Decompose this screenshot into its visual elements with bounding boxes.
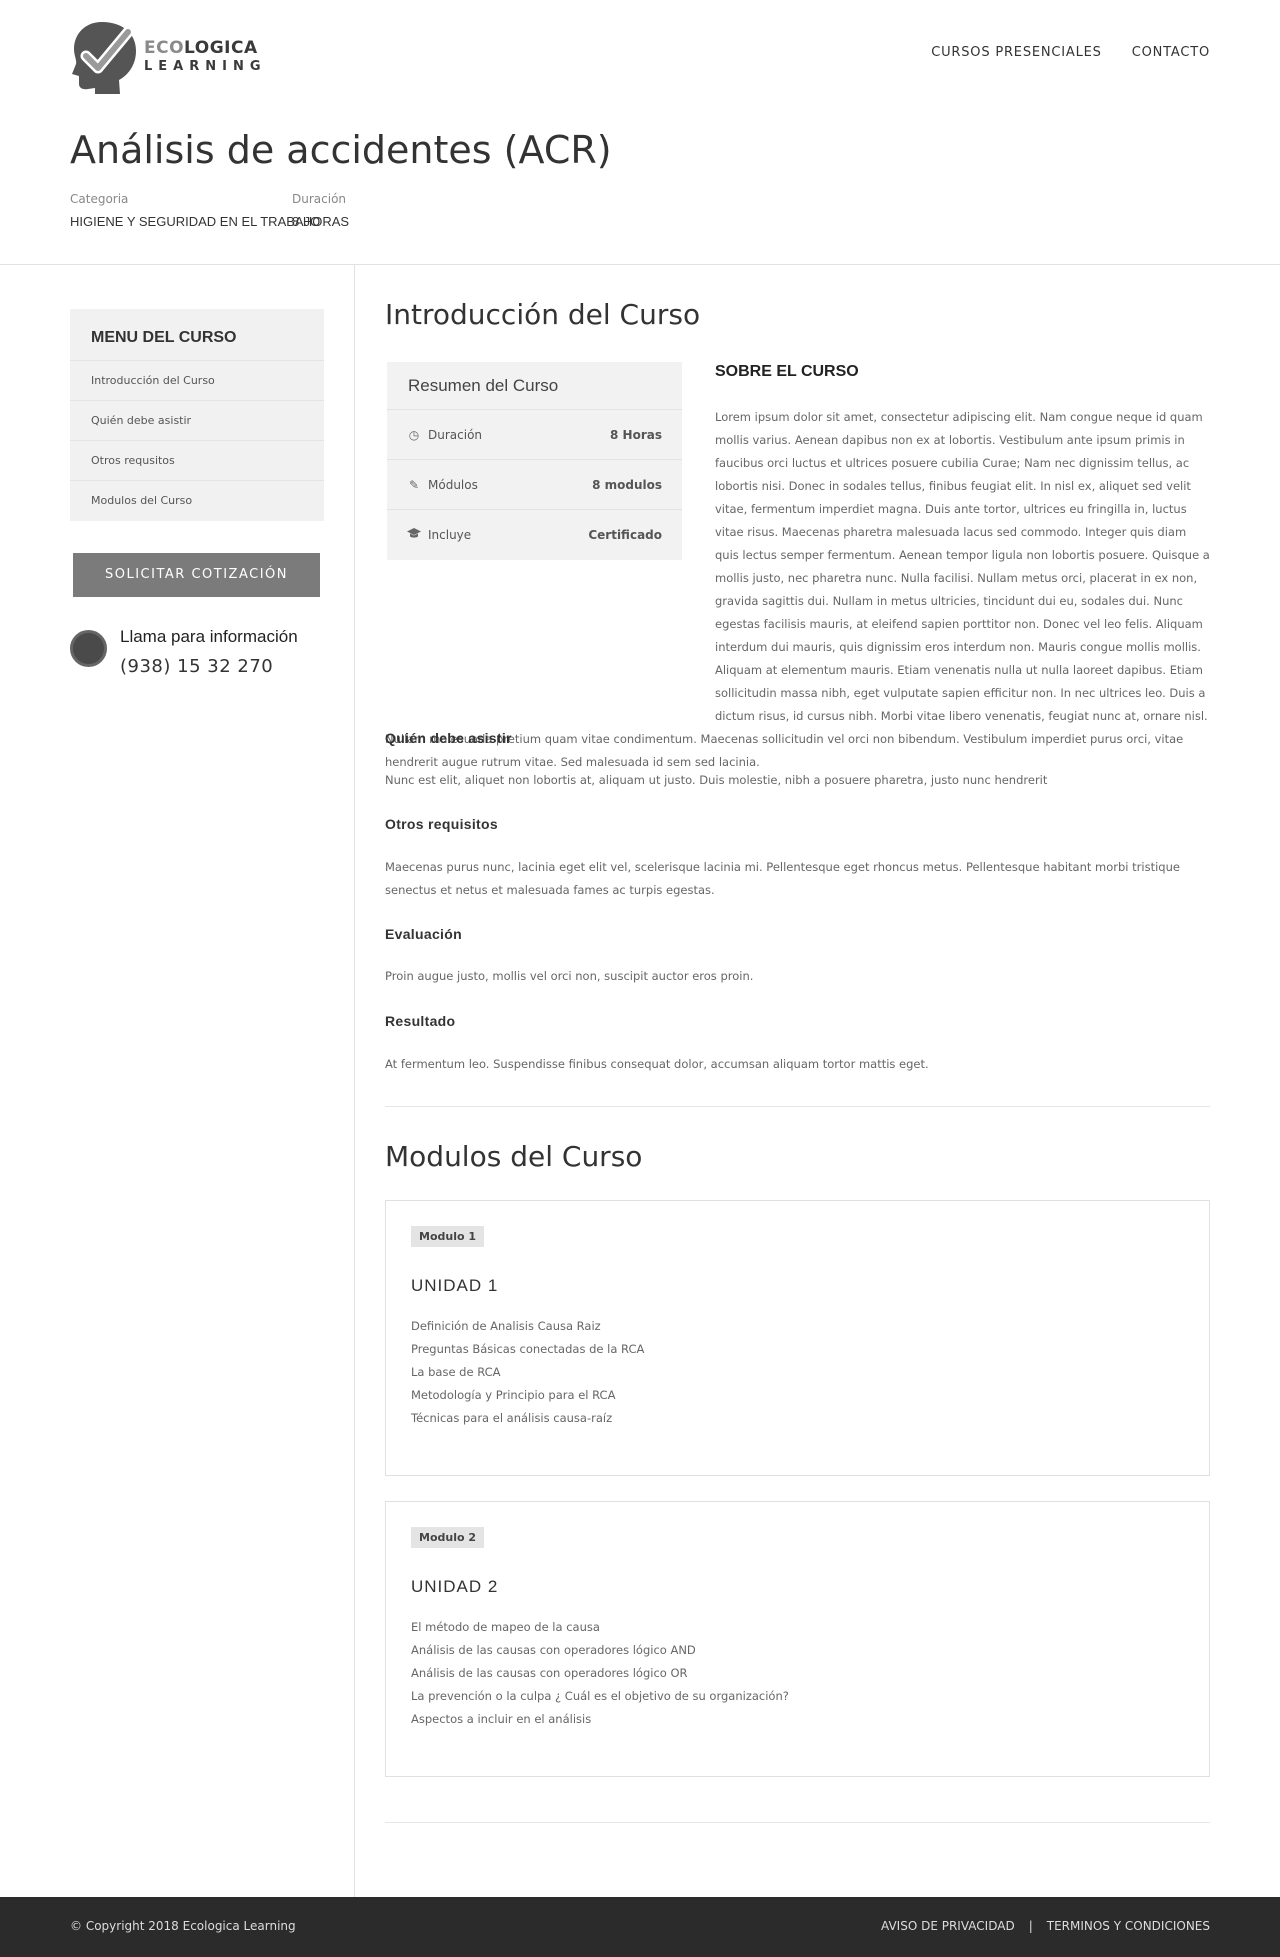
nav-contacto[interactable]: CONTACTO xyxy=(1132,45,1210,60)
module-title: UNIDAD 1 xyxy=(411,1276,499,1295)
module-topic: La prevención o la culpa ¿ Cuál es el ob… xyxy=(411,1689,789,1703)
module-badge: Modulo 1 xyxy=(411,1226,485,1247)
module-topic: El método de mapeo de la causa xyxy=(411,1620,600,1634)
phone-label: Llama para información xyxy=(120,627,298,646)
logo-text: ECOLOGICA LEARNING xyxy=(144,37,267,74)
module-topics: El método de mapeo de la causa Análisis … xyxy=(411,1616,789,1731)
logo[interactable]: ECOLOGICA LEARNING xyxy=(70,18,270,94)
section-text-evaluacion: Proin augue justo, mollis vel orci non, … xyxy=(385,969,754,983)
about-course-title: SOBRE EL CURSO xyxy=(715,363,859,380)
footer-links: AVISO DE PRIVACIDAD | TERMINOS Y CONDICI… xyxy=(881,1919,1210,1933)
section-title-evaluacion: Evaluación xyxy=(385,926,462,942)
course-menu-item-modulos[interactable]: Modulos del Curso xyxy=(70,481,324,521)
section-divider xyxy=(385,1106,1210,1107)
section-text-otros-requisitos: Maecenas purus nunc, lacinia eget elit v… xyxy=(385,860,1180,897)
page-title: Análisis de accidentes (ACR) xyxy=(70,128,612,172)
site-footer: © Copyright 2018 Ecologica Learning AVIS… xyxy=(0,1897,1280,1957)
module-badge: Modulo 2 xyxy=(411,1527,485,1548)
module-topic: Metodología y Principio para el RCA xyxy=(411,1388,616,1402)
footer-link-separator: | xyxy=(1028,1919,1033,1933)
request-quote-button[interactable]: SOLICITAR COTIZACIÓN xyxy=(73,553,320,597)
course-menu: MENU DEL CURSO Introducción del Curso Qu… xyxy=(70,309,324,521)
category-value: HIGIENE Y SEGURIDAD EN EL TRABAJO xyxy=(70,214,321,229)
logo-text-eco: ECO xyxy=(144,37,185,58)
module-topic: Análisis de las causas con operadores ló… xyxy=(411,1643,696,1657)
phone-icon xyxy=(70,630,107,667)
category-label: Categoria xyxy=(70,192,129,206)
module-topics: Definición de Analisis Causa Raiz Pregun… xyxy=(411,1315,644,1430)
section-title-otros-requisitos: Otros requisitos xyxy=(385,816,498,832)
footer-link-terminos[interactable]: TERMINOS Y CONDICIONES xyxy=(1047,1919,1210,1933)
module-card: Modulo 2 UNIDAD 2 El método de mapeo de … xyxy=(385,1501,1210,1777)
logo-text-learning: LEARNING xyxy=(144,58,267,74)
module-title: UNIDAD 2 xyxy=(411,1577,499,1596)
head-check-logo-icon xyxy=(70,18,140,94)
column-divider xyxy=(354,265,355,1897)
section-text-resultado: At fermentum leo. Suspendisse finibus co… xyxy=(385,1057,929,1071)
module-topic: Aspectos a incluir en el análisis xyxy=(411,1712,592,1726)
copyright-text: © Copyright 2018 Ecologica Learning xyxy=(70,1919,296,1933)
footer-link-aviso-privacidad[interactable]: AVISO DE PRIVACIDAD xyxy=(881,1919,1015,1933)
course-menu-item-otros-requisitos[interactable]: Otros requsitos xyxy=(70,441,324,481)
logo-text-logica: LOGICA xyxy=(184,37,258,58)
course-menu-title: MENU DEL CURSO xyxy=(70,309,324,361)
about-course-text-wrapper: Lorem ipsum dolor sit amet, consectetur … xyxy=(385,406,1210,774)
module-topic: La base de RCA xyxy=(411,1365,501,1379)
section-divider xyxy=(385,1822,1210,1823)
intro-heading: Introducción del Curso xyxy=(385,298,701,331)
section-title-quien-debe-asistir: Quién debe asistir xyxy=(385,730,512,746)
modules-heading: Modulos del Curso xyxy=(385,1140,643,1173)
section-text-quien-debe-asistir: Nunc est elit, aliquet non lobortis at, … xyxy=(385,773,1048,787)
module-topic: Técnicas para el análisis causa-raíz xyxy=(411,1411,613,1425)
course-menu-item-introduccion[interactable]: Introducción del Curso xyxy=(70,361,324,401)
module-topic: Análisis de las causas con operadores ló… xyxy=(411,1666,688,1680)
site-header: ECOLOGICA LEARNING CURSOS PRESENCIALES C… xyxy=(0,0,1280,265)
nav-cursos-presenciales[interactable]: CURSOS PRESENCIALES xyxy=(931,45,1101,60)
duration-label: Duración xyxy=(292,192,347,206)
phone-number[interactable]: (938) 15 32 270 xyxy=(120,656,273,677)
main-nav: CURSOS PRESENCIALES CONTACTO xyxy=(931,45,1210,60)
module-topic: Definición de Analisis Causa Raiz xyxy=(411,1319,601,1333)
module-card: Modulo 1 UNIDAD 1 Definición de Analisis… xyxy=(385,1200,1210,1476)
course-summary-title: Resumen del Curso xyxy=(387,362,682,410)
course-menu-item-quien-debe-asistir[interactable]: Quién debe asistir xyxy=(70,401,324,441)
duration-value: 8 HORAS xyxy=(292,214,350,229)
module-topic: Preguntas Básicas conectadas de la RCA xyxy=(411,1342,645,1356)
section-title-resultado: Resultado xyxy=(385,1013,456,1029)
